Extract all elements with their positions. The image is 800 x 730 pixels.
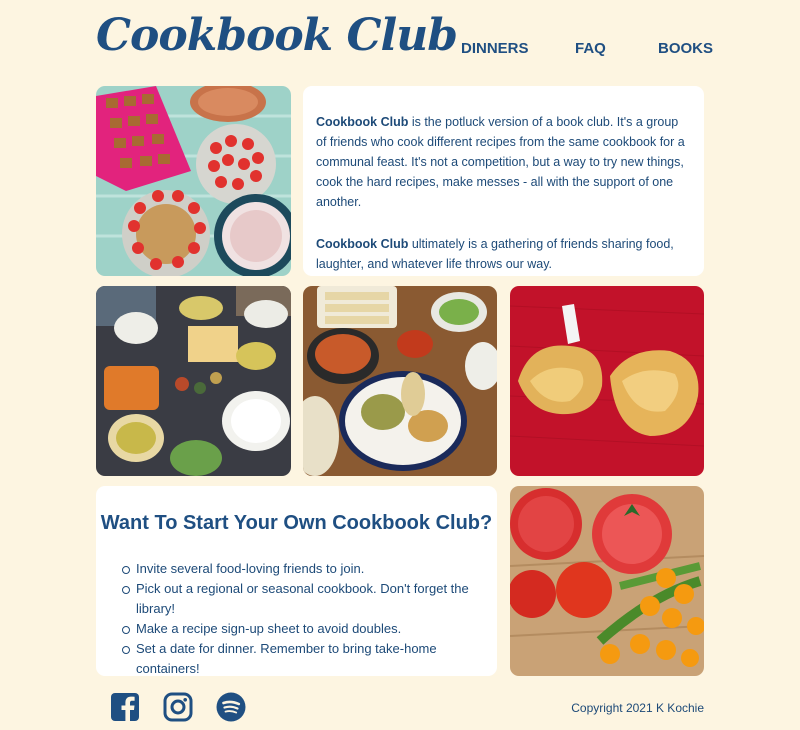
intro-brand-bold: Cookbook Club	[316, 115, 409, 129]
fortune-cookies-photo	[510, 286, 704, 476]
instagram-icon[interactable]	[163, 692, 193, 722]
start-club-title: Want To Start Your Own Cookbook Club?	[100, 512, 493, 534]
facebook-icon[interactable]	[110, 692, 140, 722]
intro-brand-bold: Cookbook Club	[316, 237, 409, 251]
nav-dinners[interactable]: DINNERS	[461, 40, 529, 57]
list-item: Set a date for dinner. Remember to bring…	[120, 639, 497, 679]
intro-paragraph-1: Cookbook Club is the potluck version of …	[316, 112, 690, 212]
potluck-table-photo	[96, 286, 291, 476]
list-item: Make a recipe sign-up sheet to avoid dou…	[120, 619, 497, 639]
start-club-card: Want To Start Your Own Cookbook Club? In…	[96, 486, 497, 676]
nav-faq[interactable]: FAQ	[575, 40, 606, 57]
copyright-text: Copyright 2021 K Kochie	[571, 701, 704, 715]
nav-books[interactable]: BOOKS	[658, 40, 713, 57]
start-steps-list: Invite several food-loving friends to jo…	[120, 559, 497, 679]
desserts-photo	[96, 86, 291, 276]
intro-card: Cookbook Club is the potluck version of …	[303, 86, 704, 276]
site-logo[interactable]: Cookbook Club	[96, 10, 458, 61]
intro-paragraph-2: Cookbook Club ultimately is a gathering …	[316, 234, 690, 274]
list-item: Invite several food-loving friends to jo…	[120, 559, 497, 579]
intro-text-1: is the potluck version of a book club. I…	[316, 115, 685, 209]
list-item: Pick out a regional or seasonal cookbook…	[120, 579, 497, 619]
spotify-icon[interactable]	[216, 692, 246, 722]
mexican-dinner-photo	[303, 286, 497, 476]
tomatoes-photo	[510, 486, 704, 676]
